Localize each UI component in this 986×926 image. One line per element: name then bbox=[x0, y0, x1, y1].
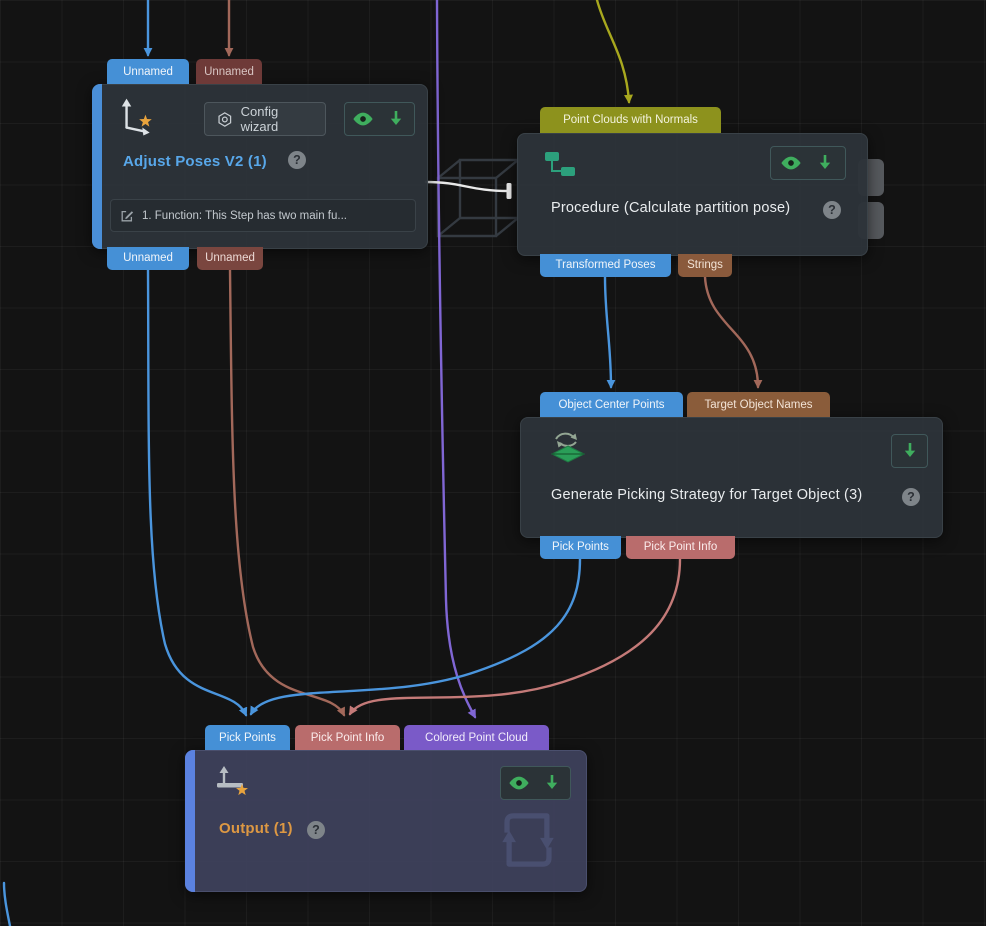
output-port-strings[interactable]: Strings bbox=[678, 254, 732, 277]
eye-icon bbox=[780, 155, 802, 171]
node-title: Adjust Poses V2 (1) bbox=[123, 153, 267, 170]
help-badge[interactable]: ? bbox=[902, 488, 920, 506]
output-tray-star-icon bbox=[211, 761, 253, 801]
node-note-text: 1. Function: This Step has two main fu..… bbox=[142, 210, 347, 222]
input-port-unnamed[interactable]: Unnamed bbox=[107, 59, 189, 84]
node-procedure[interactable]: Procedure (Calculate partition pose) ? bbox=[517, 133, 868, 256]
help-badge[interactable]: ? bbox=[307, 821, 325, 839]
input-port-pick-point-info[interactable]: Pick Point Info bbox=[295, 725, 400, 750]
output-port-unnamed[interactable]: Unnamed bbox=[107, 247, 189, 270]
diamond-swap-arrows-icon bbox=[546, 429, 590, 467]
output-port-unnamed[interactable]: Unnamed bbox=[197, 247, 263, 270]
node-accent-bar bbox=[92, 84, 102, 249]
axes-with-star-icon bbox=[115, 95, 157, 137]
download-arrow-icon bbox=[388, 110, 404, 128]
output-port-pick-point-info[interactable]: Pick Point Info bbox=[626, 536, 735, 559]
node-generate-picking-strategy[interactable]: Generate Picking Strategy for Target Obj… bbox=[520, 417, 943, 538]
node-title: Output (1) bbox=[219, 820, 293, 837]
node-toolbar bbox=[344, 102, 415, 136]
help-badge[interactable]: ? bbox=[288, 151, 306, 169]
download-arrow-icon bbox=[817, 154, 833, 172]
edit-pencil-icon bbox=[120, 209, 134, 223]
node-toolbar bbox=[500, 766, 571, 800]
input-port-object-center-points[interactable]: Object Center Points bbox=[540, 392, 683, 417]
input-port-point-clouds-with-normals[interactable]: Point Clouds with Normals bbox=[540, 107, 721, 133]
visibility-toggle-button[interactable] bbox=[504, 768, 534, 798]
swap-arrows-ghost-icon bbox=[486, 797, 570, 883]
node-title: Procedure (Calculate partition pose) bbox=[551, 200, 790, 216]
input-port-colored-point-cloud[interactable]: Colored Point Cloud bbox=[404, 725, 549, 750]
visibility-toggle-button[interactable] bbox=[348, 104, 378, 134]
wire-transformed-poses-to-object-center-points[interactable] bbox=[605, 277, 611, 387]
visibility-toggle-button[interactable] bbox=[776, 148, 806, 178]
download-result-button[interactable] bbox=[381, 104, 411, 134]
wire-pick-point-info-to-output[interactable] bbox=[350, 559, 680, 714]
input-port-target-object-names[interactable]: Target Object Names bbox=[687, 392, 830, 417]
input-port-pick-points[interactable]: Pick Points bbox=[205, 725, 290, 750]
output-port-transformed-poses[interactable]: Transformed Poses bbox=[540, 254, 671, 277]
node-toolbar bbox=[770, 146, 846, 180]
download-result-button[interactable] bbox=[810, 148, 840, 178]
wire-strings-to-target-object-names[interactable] bbox=[705, 277, 758, 387]
config-wizard-button[interactable]: Config wizard bbox=[204, 102, 326, 136]
node-output[interactable]: Output (1) ? bbox=[185, 750, 587, 892]
eye-icon bbox=[352, 111, 374, 127]
node-toolbar bbox=[891, 434, 928, 468]
download-result-button[interactable] bbox=[537, 768, 567, 798]
wireframe-cube-icon bbox=[438, 160, 518, 236]
config-wizard-label: Config wizard bbox=[241, 104, 313, 134]
hexagon-gear-icon bbox=[217, 111, 233, 128]
node-accent-bar bbox=[185, 750, 195, 892]
input-port-unnamed[interactable]: Unnamed bbox=[196, 59, 262, 84]
download-result-button[interactable] bbox=[895, 436, 925, 466]
wire-bottom-left-edge[interactable] bbox=[4, 883, 10, 926]
flowchart-nodes-icon bbox=[541, 149, 579, 181]
download-arrow-icon bbox=[902, 442, 918, 460]
output-port-pick-points[interactable]: Pick Points bbox=[540, 536, 621, 559]
node-title: Generate Picking Strategy for Target Obj… bbox=[551, 487, 862, 503]
eye-icon bbox=[508, 775, 530, 791]
help-badge[interactable]: ? bbox=[823, 201, 841, 219]
wire-adjust-unnamed-to-output-pick-point-info[interactable] bbox=[230, 270, 344, 715]
download-arrow-icon bbox=[544, 774, 560, 792]
flow-canvas[interactable]: Config wizard Adjust Poses V2 (1) ? bbox=[0, 0, 986, 926]
wire-into-procedure-point-clouds[interactable] bbox=[597, 0, 629, 102]
node-note[interactable]: 1. Function: This Step has two main fu..… bbox=[110, 199, 416, 232]
node-adjust-poses[interactable]: Config wizard Adjust Poses V2 (1) ? bbox=[92, 84, 428, 249]
wire-into-output-colored-point-cloud[interactable] bbox=[437, 0, 475, 717]
